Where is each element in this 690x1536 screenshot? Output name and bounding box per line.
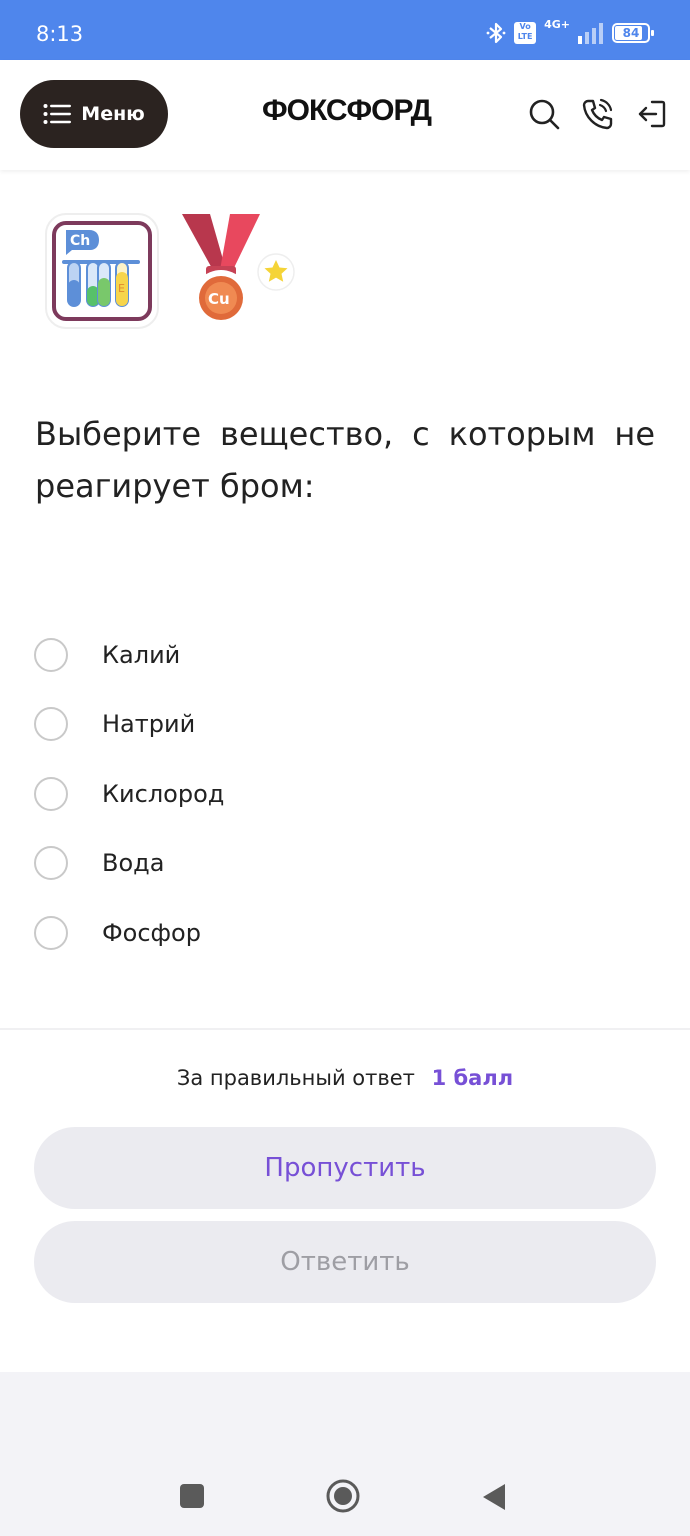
divider <box>0 1028 690 1030</box>
option-item[interactable]: Фосфор <box>34 898 654 968</box>
status-time: 8:13 <box>36 22 84 46</box>
skip-button[interactable]: Пропустить <box>34 1127 656 1209</box>
menu-label: Меню <box>81 103 145 125</box>
option-item[interactable]: Кислород <box>34 759 654 829</box>
radio-button[interactable] <box>34 707 68 742</box>
svg-text:E: E <box>118 282 125 295</box>
medal-badge-icon[interactable]: Cu <box>176 210 266 332</box>
battery-icon: 84 <box>612 23 654 43</box>
chemistry-badge-icon[interactable]: Ch E <box>44 212 160 330</box>
option-label[interactable]: Фосфор <box>102 919 201 947</box>
network-type: 4G+ <box>544 18 570 31</box>
phone-icon[interactable] <box>582 98 614 130</box>
reward-points: 1 балл <box>431 1066 514 1090</box>
medal-badge-label: Cu <box>208 290 230 308</box>
answer-options: Калий Натрий Кислород Вода Фосфор <box>34 620 654 968</box>
menu-icon <box>43 104 72 124</box>
option-label[interactable]: Калий <box>102 641 180 669</box>
battery-level: 84 <box>622 26 640 40</box>
back-icon[interactable] <box>480 1482 508 1512</box>
signal-icon <box>578 23 603 44</box>
radio-button[interactable] <box>34 915 68 950</box>
option-item[interactable]: Вода <box>34 829 654 899</box>
menu-button[interactable]: Меню <box>20 80 168 148</box>
logo[interactable]: ФОКСФОРД <box>262 94 432 128</box>
search-icon[interactable] <box>528 98 560 130</box>
question-text: Выберите вещество, с которым не реагируе… <box>35 415 655 505</box>
option-item[interactable]: Натрий <box>34 690 654 760</box>
app-header: Меню ФОКСФОРД <box>0 60 690 170</box>
answer-button[interactable]: Ответить <box>34 1221 656 1303</box>
radio-button[interactable] <box>34 637 68 672</box>
reward-text: За правильный ответ <box>176 1066 415 1090</box>
radio-button[interactable] <box>34 776 68 811</box>
home-icon[interactable] <box>326 1479 360 1513</box>
volte-icon: Vo LTE <box>514 22 537 44</box>
radio-button[interactable] <box>34 846 68 881</box>
option-label[interactable]: Вода <box>102 849 164 877</box>
option-label[interactable]: Натрий <box>102 710 195 738</box>
option-item[interactable]: Калий <box>34 620 654 690</box>
navigation-bar <box>0 1372 690 1536</box>
reward-info: За правильный ответ 1 балл <box>0 1066 690 1090</box>
bluetooth-icon <box>486 22 506 44</box>
option-label[interactable]: Кислород <box>102 780 224 808</box>
star-icon <box>257 253 295 291</box>
logout-icon[interactable] <box>636 98 668 130</box>
recent-apps-icon[interactable] <box>180 1484 204 1508</box>
status-icons: Vo LTE 4G+ 84 <box>486 18 654 48</box>
chem-badge-label: Ch <box>70 233 90 249</box>
status-bar: 8:13 Vo LTE 4G+ 84 <box>0 0 690 60</box>
